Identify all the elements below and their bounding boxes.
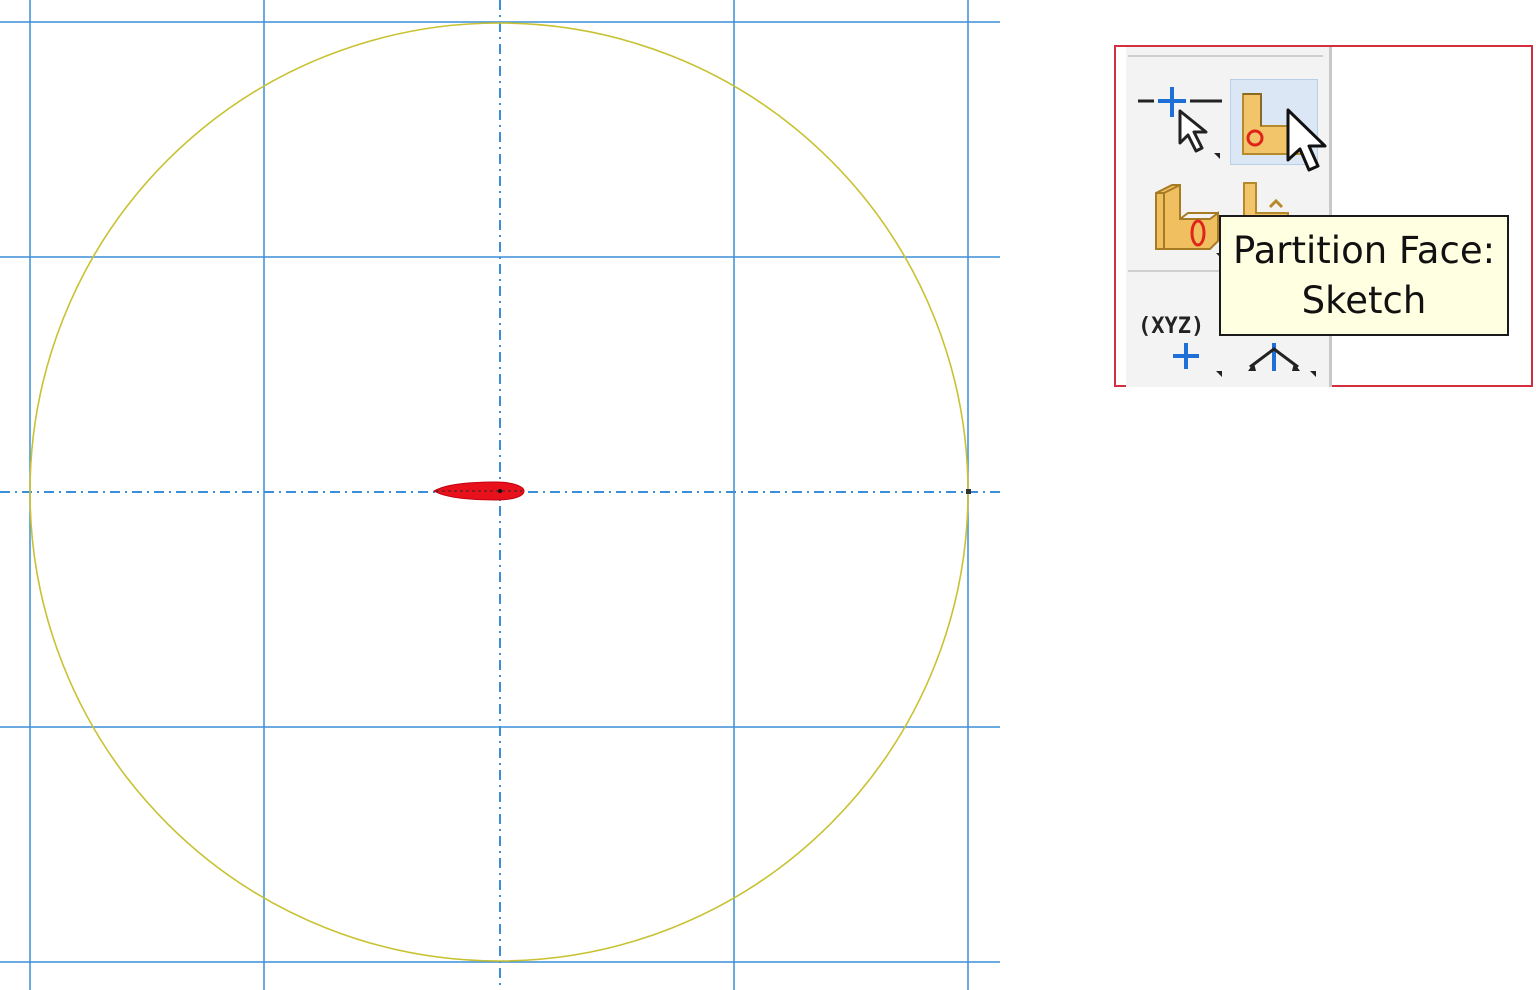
abaqus-sketch-viewport[interactable]: (XYZ) Partition Face: Sketch [0, 0, 1536, 990]
partition-cell-icon [1155, 184, 1222, 259]
partition-cell-tool[interactable] [1136, 177, 1224, 263]
airfoil-shape[interactable] [433, 481, 525, 501]
toolbox-separator [1128, 55, 1323, 57]
tool-tooltip: Partition Face: Sketch [1219, 215, 1509, 336]
mouse-pointer-icon [1286, 108, 1327, 172]
tooltip-line-1: Partition Face: [1232, 228, 1496, 272]
datum-xyz-icon: (XYZ) [1138, 314, 1222, 377]
datum-point-xyz-tool[interactable]: (XYZ) [1136, 297, 1224, 383]
tooltip-line-2: Sketch [1301, 278, 1427, 322]
create-datum-point-tool[interactable] [1136, 79, 1224, 165]
edge-vertex-marker [966, 489, 971, 494]
datum-point-cursor-icon [1138, 87, 1222, 159]
datum-xyz-label: (XYZ) [1138, 314, 1204, 339]
